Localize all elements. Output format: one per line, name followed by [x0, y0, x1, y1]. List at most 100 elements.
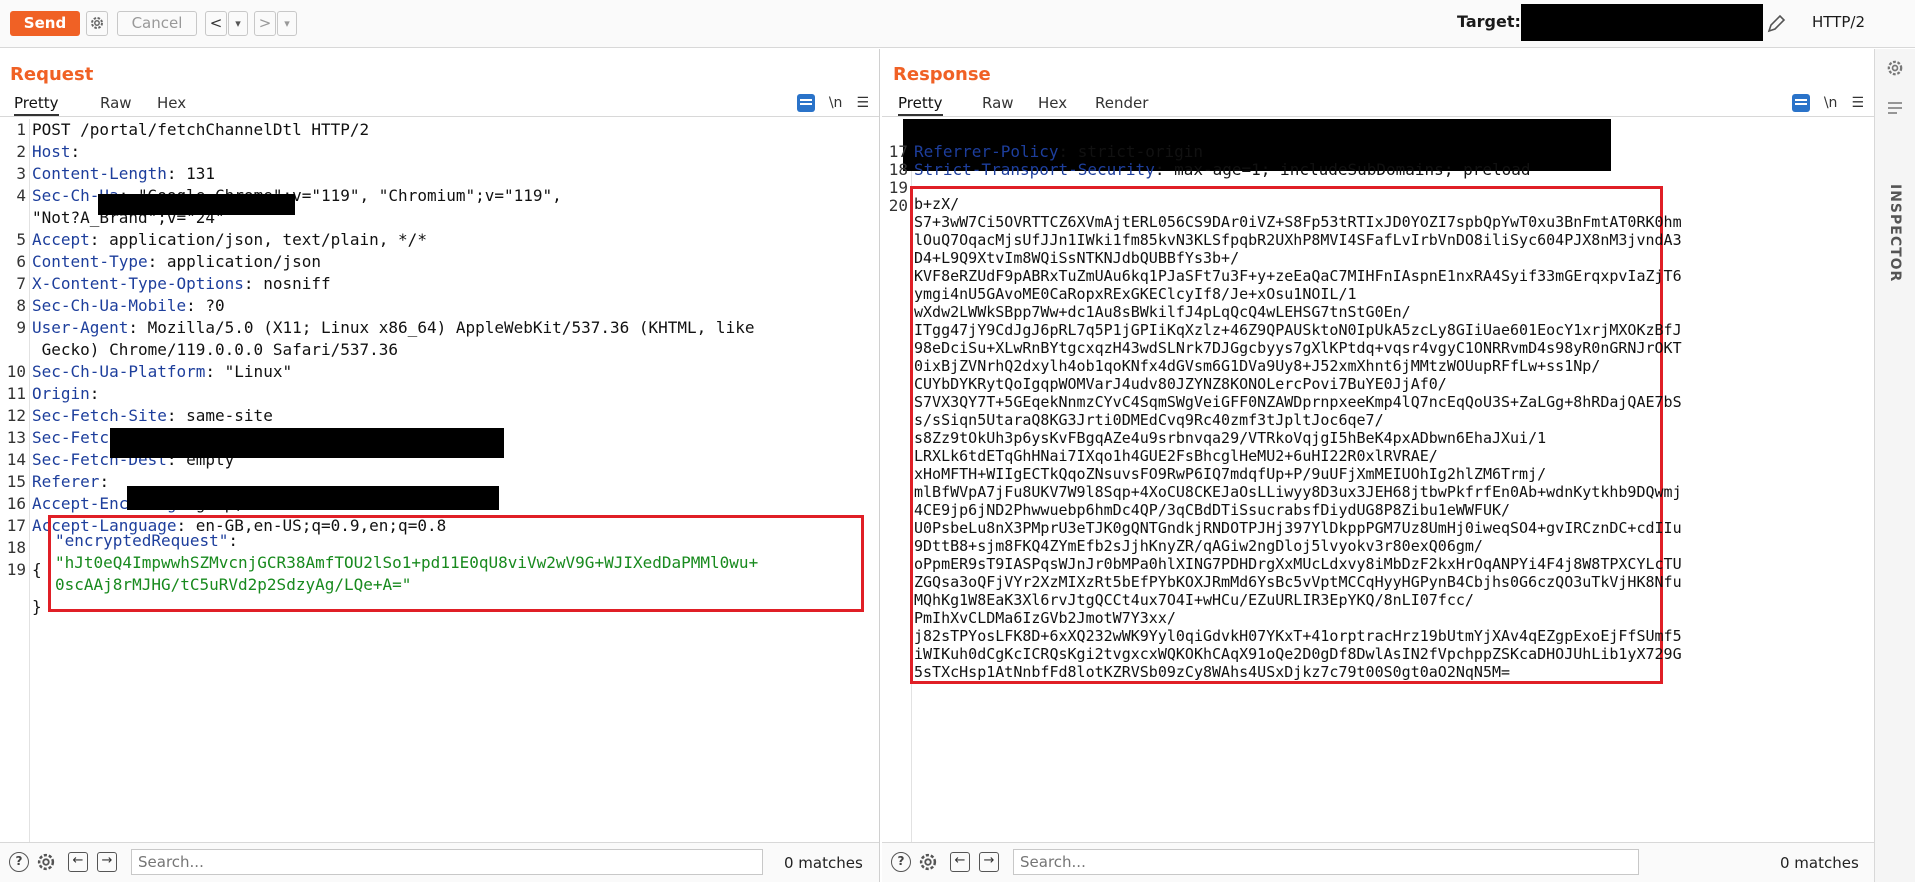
word-wrap-icon[interactable]: [1791, 94, 1810, 112]
gear-icon[interactable]: [918, 852, 938, 872]
request-editor[interactable]: 1 POST /portal/fetchChannelDtl HTTP/2 2 Hos…: [0, 119, 879, 842]
response-body-line: s/sSiqn5UtaraQ8KG3Jrti0DMEdCvq9Rc40zmf3t…: [914, 411, 1384, 429]
tab-render[interactable]: Render: [1095, 94, 1148, 112]
request-line: Host:: [32, 141, 90, 163]
response-match-count: 0 matches: [1780, 854, 1859, 872]
request-line: User-Agent: Mozilla/5.0 (X11; Linux x86_…: [32, 317, 754, 339]
request-panel: Request Pretty Raw Hex \n ☰ 1 POST /porta…: [0, 49, 880, 882]
header-name: Content-Length: [32, 164, 167, 183]
header-name: Sec-Ch-Ua-Platform: [32, 362, 206, 381]
list-icon[interactable]: [1887, 101, 1903, 115]
header-value: :: [99, 472, 119, 491]
send-button[interactable]: Send: [10, 11, 80, 36]
tab-hex[interactable]: Hex: [1038, 94, 1067, 112]
response-body-line: LRXLk6tdETqGhHNai7IXqo1h4GUE2FsBhcglHeMU…: [914, 447, 1438, 465]
response-body-line: b+zX/: [914, 195, 960, 213]
previous-match-button[interactable]: ←: [68, 852, 88, 872]
header-value: : "Linux": [205, 362, 293, 381]
request-line: {: [32, 559, 42, 581]
response-body-line: wXdw2LWWkSBpp7Ww+dc1Au8sBWkilfJ4pLqQcQ4w…: [914, 303, 1411, 321]
json-value-line-2: 0scAAj8rMJHG/tC5uRVd2p2SdzyAg/LQe+A=": [55, 575, 412, 594]
line-number: 15: [6, 472, 26, 491]
tab-raw[interactable]: Raw: [982, 94, 1014, 112]
header-value: : application/json: [147, 252, 321, 271]
gear-icon[interactable]: [1886, 59, 1904, 77]
request-search-bar: ? ← → 0 matches: [0, 842, 879, 882]
line-number: 3: [16, 164, 26, 183]
header-name: Host: [32, 142, 71, 161]
line-number: 6: [16, 252, 26, 271]
response-search-input[interactable]: [1013, 849, 1639, 875]
target-label: Target:: [1457, 12, 1521, 31]
request-line: Sec-Fetch-Site: same-site: [32, 405, 273, 427]
response-body-line: ymgi4nU5GAvoME0CaRopxRExGKEClcyIf8/Je+xO…: [914, 285, 1357, 303]
line-number: 9: [16, 318, 26, 337]
response-body-line: PmIhXvCLDMa6IzGVb2JmotW7Y3xx/: [914, 609, 1176, 627]
json-colon: :: [228, 531, 239, 550]
target-host-redacted[interactable]: [1521, 4, 1763, 41]
help-icon[interactable]: ?: [9, 852, 29, 872]
header-name: Accept: [32, 230, 90, 249]
response-title: Response: [893, 64, 991, 85]
json-key-encrypted-request: "encryptedRequest": [55, 531, 229, 550]
response-body-line: MQhKg1W8EaK3Xl6rvJtgQCCt4ux7O4I+wHCu/EZu…: [914, 591, 1474, 609]
menu-icon[interactable]: ☰: [856, 95, 869, 111]
request-line: Referer:: [32, 471, 119, 493]
response-editor-tools: \n ☰: [1791, 94, 1864, 112]
line-number: 13: [6, 428, 26, 447]
line-number: 16: [6, 494, 26, 513]
edit-target-icon[interactable]: [1765, 13, 1787, 35]
request-search-input[interactable]: [131, 849, 763, 875]
response-editor[interactable]: 17 Referrer-Policy: strict-origin 18 Strict…: [882, 119, 1874, 842]
next-match-button[interactable]: →: [979, 852, 999, 872]
back-button[interactable]: <: [205, 11, 227, 36]
response-body-line: 4CE9jp6jND2Phwwuebp6hmDc4QP/3qCBdDTiSsuc…: [914, 501, 1511, 519]
header-value: POST /portal/fetchChannelDtl HTTP/2: [32, 120, 370, 139]
settings-button[interactable]: [86, 11, 108, 36]
gear-icon[interactable]: [36, 852, 56, 872]
cancel-button[interactable]: Cancel: [117, 11, 197, 36]
back-history-dropdown[interactable]: ▾: [228, 11, 248, 36]
response-body-line: ITgg47jY9CdJgJ6pRL7q5P1jGPIiKqXzlz+46Z9Q…: [914, 321, 1682, 339]
request-tabs: Pretty Raw Hex \n ☰: [0, 91, 879, 117]
http-version-label[interactable]: HTTP/2: [1812, 13, 1865, 31]
inspector-label[interactable]: INSPECTOR: [1887, 184, 1903, 282]
header-value: {: [32, 560, 42, 579]
forward-button[interactable]: >: [254, 11, 276, 36]
header-name: X-Content-Type-Options: [32, 274, 244, 293]
menu-icon[interactable]: ☰: [1851, 95, 1864, 111]
response-search-bar: ? ← → 0 matches: [882, 842, 1874, 882]
line-number: 14: [6, 450, 26, 469]
request-editor-tools: \n ☰: [796, 94, 869, 112]
response-body-line: iWIKuh0dCgKcICRQsKgi2tvgxcxWQKOKhCAqX91o…: [914, 645, 1682, 663]
request-line: Gecko) Chrome/119.0.0.0 Safari/537.36: [32, 339, 398, 361]
response-body-line: oPpmER9sT9IASPqsWJnJr0bMPa0hlXING7PDHDrg…: [914, 555, 1682, 573]
json-closing-brace: }: [32, 597, 42, 616]
next-match-button[interactable]: →: [97, 852, 117, 872]
word-wrap-icon[interactable]: [796, 94, 815, 112]
header-name: Sec-Fetch-Site: [32, 406, 167, 425]
help-icon[interactable]: ?: [891, 852, 911, 872]
header-value: : nosniff: [243, 274, 331, 293]
response-body-line: S7VX3QY7T+5GEqekNnmzCYvC4SqmSWgVeiGFF0NZ…: [914, 393, 1682, 411]
line-gutter: [882, 119, 912, 842]
inspector-sidebar[interactable]: INSPECTOR: [1874, 49, 1915, 882]
line-number: 7: [16, 274, 26, 293]
tab-pretty[interactable]: Pretty: [898, 94, 943, 116]
forward-history-dropdown[interactable]: ▾: [277, 11, 297, 36]
tab-hex[interactable]: Hex: [157, 94, 186, 112]
newline-toggle[interactable]: \n: [1824, 95, 1838, 111]
toolbar: Send Cancel < ▾ > ▾ Target: HTTP/2: [0, 0, 1915, 48]
header-value: : Mozilla/5.0 (X11; Linux x86_64) AppleW…: [128, 318, 755, 337]
tab-raw[interactable]: Raw: [100, 94, 132, 112]
tab-pretty[interactable]: Pretty: [14, 94, 59, 116]
previous-match-button[interactable]: ←: [950, 852, 970, 872]
newline-toggle[interactable]: \n: [829, 95, 843, 111]
header-value: : 131: [166, 164, 216, 183]
line-number: 19: [6, 560, 26, 579]
request-line: POST /portal/fetchChannelDtl HTTP/2: [32, 119, 369, 141]
line-number: 20: [888, 196, 908, 215]
line-number: 18: [6, 538, 26, 557]
line-number: 12: [6, 406, 26, 425]
host-redacted: [98, 194, 295, 215]
